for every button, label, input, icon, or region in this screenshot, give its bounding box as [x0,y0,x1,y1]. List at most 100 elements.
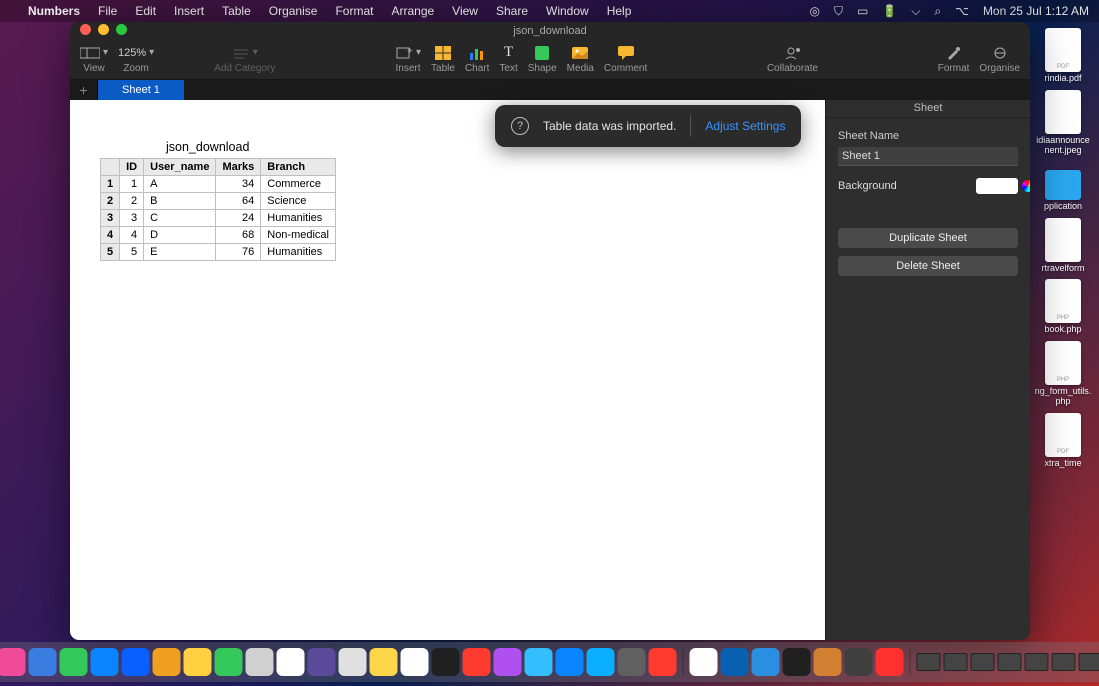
dock-app-icon[interactable] [689,648,717,676]
dock-minimized-window[interactable] [943,653,967,671]
fullscreen-icon[interactable] [116,24,127,35]
dock-app-icon[interactable] [720,648,748,676]
cell[interactable]: Commerce [261,176,336,193]
desktop-file[interactable]: idiaannouncenent.jpeg [1034,90,1092,156]
cell[interactable]: 1 [120,176,144,193]
dock-app-icon[interactable] [214,648,242,676]
dock-app-icon[interactable] [617,648,645,676]
dock-app-icon[interactable] [875,648,903,676]
row-header[interactable]: 5 [101,244,120,261]
menu-table[interactable]: Table [222,4,251,18]
dock-app-icon[interactable] [400,648,428,676]
dock-app-icon[interactable] [844,648,872,676]
dock-app-icon[interactable] [152,648,180,676]
dock-app-icon[interactable] [493,648,521,676]
toolbar-zoom[interactable]: 125%▾ Zoom [118,44,154,74]
corner-cell[interactable] [101,159,120,176]
dock-app-icon[interactable] [586,648,614,676]
dock-app-icon[interactable] [59,648,87,676]
toolbar-media[interactable]: Media [567,44,594,74]
dock-app-icon[interactable] [782,648,810,676]
toolbar-insert[interactable]: +▾Insert [395,44,421,74]
duplicate-sheet-button[interactable]: Duplicate Sheet [838,228,1018,248]
display-icon[interactable]: ▭ [857,4,868,18]
cell[interactable]: Science [261,193,336,210]
toolbar-text[interactable]: TText [499,44,517,74]
dock-minimized-window[interactable] [970,653,994,671]
row-header[interactable]: 2 [101,193,120,210]
menu-arrange[interactable]: Arrange [391,4,434,18]
desktop-file[interactable]: PHPng_form_utils.php [1034,341,1092,407]
cell[interactable]: Humanities [261,210,336,227]
app-menu[interactable]: Numbers [28,4,80,18]
wifi-icon[interactable]: ⌵ [911,4,920,19]
dock-minimized-window[interactable] [997,653,1021,671]
desktop-file[interactable]: PDFrindia.pdf [1034,28,1092,84]
cell[interactable]: D [144,227,216,244]
minimize-icon[interactable] [98,24,109,35]
dock-minimized-window[interactable] [916,653,940,671]
battery-icon[interactable]: 🔋 [882,4,897,18]
desktop-file[interactable]: PHPbook.php [1034,279,1092,335]
menu-share[interactable]: Share [496,4,528,18]
cell[interactable]: B [144,193,216,210]
search-icon[interactable]: ⌕ [934,4,941,19]
row-header[interactable]: 4 [101,227,120,244]
cell[interactable]: 34 [216,176,261,193]
menu-help[interactable]: Help [607,4,632,18]
cell[interactable]: E [144,244,216,261]
col-header[interactable]: Branch [261,159,336,176]
dock-app-icon[interactable] [462,648,490,676]
dock-app-icon[interactable] [90,648,118,676]
close-icon[interactable] [80,24,91,35]
toolbar-format[interactable]: Format [938,44,970,74]
background-color-picker[interactable] [976,178,1018,194]
desktop-folder[interactable]: pplication [1034,162,1092,212]
sheet-tab[interactable]: Sheet 1 [98,80,184,100]
menu-file[interactable]: File [98,4,117,18]
data-table[interactable]: ID User_name Marks Branch 1 1 A 34 Comme… [100,158,336,261]
dock-app-icon[interactable] [555,648,583,676]
cell[interactable]: 5 [120,244,144,261]
add-sheet-button[interactable]: + [70,80,98,100]
menu-view[interactable]: View [452,4,478,18]
window-titlebar[interactable]: json_download [70,22,1030,38]
inspector-tab-sheet[interactable]: Sheet [826,100,1030,118]
cell[interactable]: 24 [216,210,261,227]
delete-sheet-button[interactable]: Delete Sheet [838,256,1018,276]
cell[interactable]: 76 [216,244,261,261]
dock-app-icon[interactable] [183,648,211,676]
cell[interactable]: C [144,210,216,227]
toolbar-table[interactable]: Table [431,44,455,74]
dock-app-icon[interactable] [121,648,149,676]
cell[interactable]: A [144,176,216,193]
dock-app-icon[interactable] [813,648,841,676]
sheet-canvas[interactable]: json_download ID User_name Marks Branch … [70,100,825,640]
dock-app-icon[interactable] [245,648,273,676]
accessibility-icon[interactable]: ◎ [809,4,819,18]
menu-format[interactable]: Format [335,4,373,18]
menu-window[interactable]: Window [546,4,589,18]
menu-organise[interactable]: Organise [269,4,318,18]
table-title[interactable]: json_download [166,140,249,154]
dock-minimized-window[interactable] [1078,653,1099,671]
sheet-name-input[interactable] [838,147,1018,166]
control-center-icon[interactable]: ⌥ [955,4,969,18]
row-header[interactable]: 3 [101,210,120,227]
cell[interactable]: 2 [120,193,144,210]
dock-app-icon[interactable] [431,648,459,676]
cell[interactable]: Non-medical [261,227,336,244]
clock[interactable]: Mon 25 Jul 1:12 AM [983,4,1089,18]
menu-edit[interactable]: Edit [135,4,156,18]
dock-app-icon[interactable] [524,648,552,676]
dock-minimized-window[interactable] [1051,653,1075,671]
col-header[interactable]: ID [120,159,144,176]
cell[interactable]: 3 [120,210,144,227]
col-header[interactable]: User_name [144,159,216,176]
dock-app-icon[interactable] [369,648,397,676]
cell[interactable]: 64 [216,193,261,210]
cell[interactable]: 68 [216,227,261,244]
dock-minimized-window[interactable] [1024,653,1048,671]
col-header[interactable]: Marks [216,159,261,176]
toolbar-collaborate[interactable]: Collaborate [767,44,818,74]
